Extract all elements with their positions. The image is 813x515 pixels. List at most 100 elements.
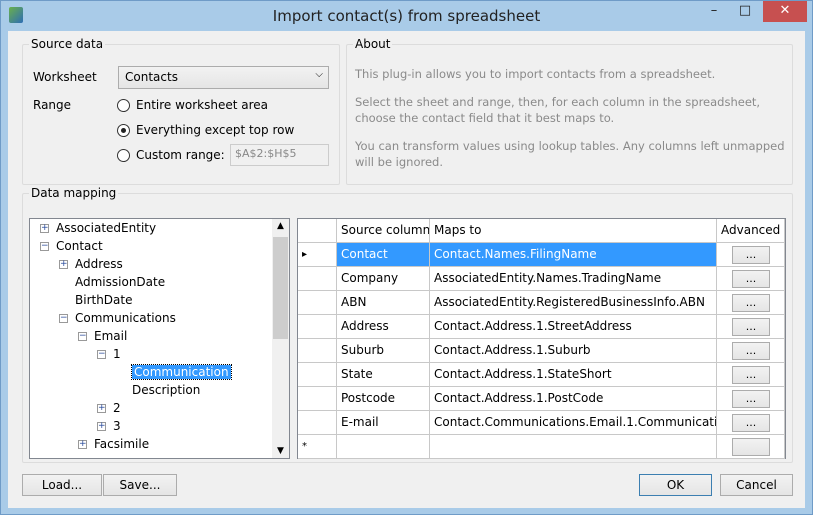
maps-to-cell[interactable]: Contact.Names.FilingName — [430, 243, 717, 267]
expand-icon[interactable]: + — [78, 440, 87, 449]
row-header[interactable] — [298, 387, 337, 411]
maps-to-cell[interactable]: AssociatedEntity.RegisteredBusinessInfo.… — [430, 291, 717, 315]
expand-icon[interactable]: + — [40, 224, 49, 233]
range-label: Range — [33, 98, 72, 112]
source-column-cell[interactable] — [337, 435, 430, 459]
advanced-button[interactable] — [732, 438, 770, 456]
tree-node[interactable]: Address — [75, 255, 123, 273]
source-column-cell[interactable]: Contact — [337, 243, 430, 267]
source-data-group: Source data Worksheet Contacts ⌵ Range E… — [22, 37, 340, 185]
column-header[interactable]: Maps to — [430, 219, 717, 243]
source-column-cell[interactable]: E-mail — [337, 411, 430, 435]
scroll-down-icon[interactable]: ▼ — [272, 446, 289, 456]
tree-node[interactable]: AdmissionDate — [75, 273, 165, 291]
advanced-button[interactable]: ... — [732, 390, 770, 408]
maps-to-cell[interactable]: AssociatedEntity.Names.TradingName — [430, 267, 717, 291]
maximize-button[interactable]: □ — [732, 1, 758, 22]
tree-node[interactable]: Description — [132, 381, 200, 399]
title-bar[interactable]: Import contact(s) from spreadsheet – □ ✕ — [1, 1, 812, 31]
advanced-button[interactable]: ... — [732, 294, 770, 312]
radio-except-top-row-label[interactable]: Everything except top row — [136, 123, 294, 137]
custom-range-input[interactable]: $A$2:$H$5 — [230, 144, 329, 166]
tree-scrollbar[interactable]: ▲ ▼ — [272, 219, 289, 458]
expand-icon[interactable]: + — [97, 404, 106, 413]
mapping-grid: Source column Maps to Advanced ▸ Contact Cont… — [297, 218, 786, 459]
expand-icon[interactable]: + — [97, 422, 106, 431]
advanced-button[interactable]: ... — [732, 414, 770, 432]
radio-custom-range[interactable] — [117, 149, 130, 162]
tree-node[interactable]: Contact — [56, 237, 103, 255]
tree-node[interactable]: Email — [94, 327, 127, 345]
save-button[interactable]: Save... — [103, 474, 177, 496]
source-column-cell[interactable]: Suburb — [337, 339, 430, 363]
tree-node[interactable]: BirthDate — [75, 291, 133, 309]
tree-node[interactable]: Communication — [131, 363, 232, 381]
row-header[interactable]: ▸ — [298, 243, 337, 267]
collapse-icon[interactable]: − — [59, 314, 68, 323]
radio-entire-worksheet-label[interactable]: Entire worksheet area — [136, 98, 268, 112]
advanced-button[interactable]: ... — [732, 366, 770, 384]
maps-to-cell[interactable]: Contact.Address.1.Suburb — [430, 339, 717, 363]
tree-node-label: AdmissionDate — [75, 275, 166, 289]
about-legend: About — [353, 37, 393, 51]
maps-to-cell[interactable] — [430, 435, 717, 459]
collapse-icon[interactable]: − — [40, 242, 49, 251]
tree-node-label: Address — [75, 257, 123, 271]
load-button[interactable]: Load... — [22, 474, 102, 496]
source-column-cell[interactable]: ABN — [337, 291, 430, 315]
dialog-body: Source data Worksheet Contacts ⌵ Range E… — [8, 31, 805, 508]
source-column-cell[interactable]: Postcode — [337, 387, 430, 411]
advanced-button[interactable]: ... — [732, 318, 770, 336]
minimize-button[interactable]: – — [701, 1, 727, 22]
row-header[interactable] — [298, 363, 337, 387]
radio-except-top-row[interactable] — [117, 124, 130, 137]
maps-to-cell[interactable]: Contact.Communications.Email.1.Communica… — [430, 411, 717, 435]
field-tree[interactable]: ▲ ▼ + AssociatedEntity − Contact + Address Adm… — [29, 218, 290, 459]
about-text-1: This plug-in allows you to import contac… — [355, 67, 716, 81]
tree-node-label: AssociatedEntity — [56, 221, 157, 235]
row-header[interactable] — [298, 315, 337, 339]
expand-icon[interactable]: + — [59, 260, 68, 269]
maps-to-cell[interactable]: Contact.Address.1.PostCode — [430, 387, 717, 411]
tree-node[interactable]: AssociatedEntity — [56, 219, 156, 237]
maps-to-cell[interactable]: Contact.Address.1.StreetAddress — [430, 315, 717, 339]
row-header[interactable] — [298, 267, 337, 291]
collapse-icon[interactable]: − — [97, 350, 106, 359]
cancel-button[interactable]: Cancel — [720, 474, 793, 496]
scroll-up-icon[interactable]: ▲ — [272, 221, 289, 231]
row-header[interactable]: * — [298, 435, 337, 459]
radio-custom-range-label[interactable]: Custom range: — [136, 148, 225, 162]
advanced-button[interactable]: ... — [732, 246, 770, 264]
radio-entire-worksheet[interactable] — [117, 99, 130, 112]
row-header[interactable] — [298, 291, 337, 315]
source-column-cell[interactable]: Address — [337, 315, 430, 339]
row-header[interactable] — [298, 339, 337, 363]
tree-node[interactable]: 3 — [113, 417, 121, 435]
advanced-button[interactable]: ... — [732, 342, 770, 360]
row-header[interactable] — [298, 411, 337, 435]
about-group: About This plug-in allows you to import … — [346, 37, 793, 185]
close-button[interactable]: ✕ — [763, 1, 807, 22]
tree-node-label: 3 — [113, 419, 121, 433]
ok-button[interactable]: OK — [639, 474, 712, 496]
column-header[interactable]: Source column — [337, 219, 430, 243]
source-column-cell[interactable]: State — [337, 363, 430, 387]
tree-node[interactable]: Communications — [75, 309, 176, 327]
tree-node[interactable]: 1 — [113, 345, 121, 363]
tree-node-label: Communications — [75, 311, 176, 325]
maps-to-cell[interactable]: Contact.Address.1.StateShort — [430, 363, 717, 387]
dialog-window: Import contact(s) from spreadsheet – □ ✕… — [0, 0, 813, 515]
worksheet-label: Worksheet — [33, 70, 97, 84]
window-title: Import contact(s) from spreadsheet — [272, 7, 541, 25]
data-mapping-group: Data mapping ▲ ▼ + AssociatedEntity − Conta… — [22, 186, 793, 463]
worksheet-select[interactable]: Contacts ⌵ — [118, 66, 329, 89]
about-text-3: You can transform values using lookup ta… — [355, 139, 785, 169]
column-header[interactable]: Advanced — [717, 219, 785, 243]
collapse-icon[interactable]: − — [78, 332, 87, 341]
advanced-button[interactable]: ... — [732, 270, 770, 288]
tree-node[interactable]: 2 — [113, 399, 121, 417]
source-column-cell[interactable]: Company — [337, 267, 430, 291]
tree-scroll-thumb[interactable] — [273, 237, 288, 339]
grid-corner — [298, 219, 337, 243]
tree-node[interactable]: Facsimile — [94, 435, 149, 453]
